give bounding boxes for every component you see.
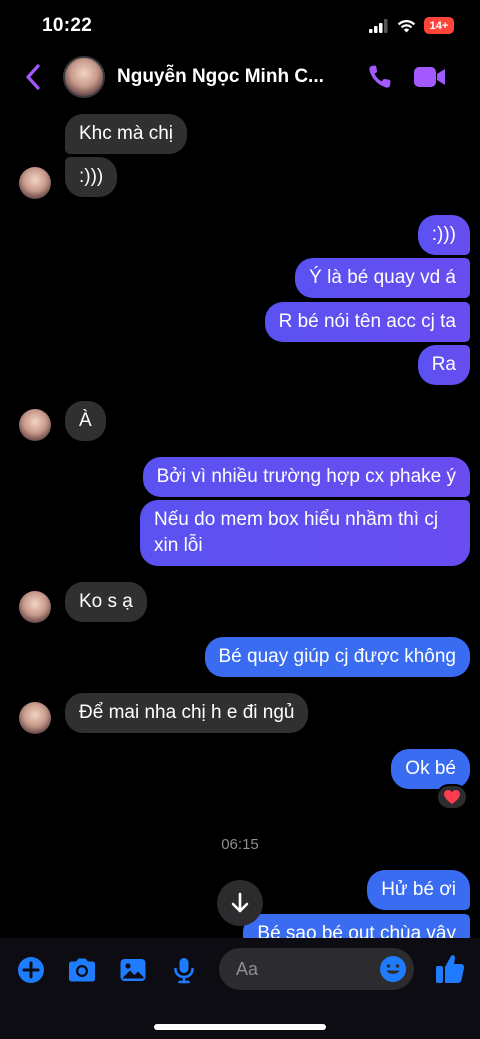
contact-avatar-small[interactable] — [19, 167, 51, 199]
message-text: Ý là bé quay vd á — [309, 267, 456, 288]
message-outgoing[interactable]: Bởi vì nhiều trường hợp cx phake ý — [142, 457, 470, 497]
message-incoming[interactable]: À — [65, 401, 106, 441]
back-icon[interactable] — [20, 62, 48, 92]
message-incoming[interactable]: :))) — [65, 157, 118, 197]
message-text: :))) — [79, 166, 104, 187]
message-text: Bé quay giúp cj được không — [218, 646, 457, 667]
message-outgoing[interactable]: Ok bé — [391, 749, 470, 789]
message-outgoing[interactable]: Ra — [417, 345, 470, 385]
heart-icon — [444, 790, 460, 804]
message-timestamp: 06:15 — [221, 836, 259, 853]
phone-icon[interactable] — [366, 62, 394, 92]
battery-indicator: 14+ — [424, 17, 454, 34]
message-text: :))) — [431, 224, 456, 245]
message-text: R bé nói tên acc cj ta — [278, 311, 456, 332]
message-outgoing[interactable]: Hử bé ơi — [367, 870, 470, 910]
message-input-placeholder: Aa — [236, 959, 259, 979]
contact-avatar-small[interactable] — [19, 702, 51, 734]
like-icon[interactable] — [434, 952, 466, 986]
message-text: À — [79, 410, 92, 431]
message-outgoing[interactable]: Ý là bé quay vd á — [295, 258, 470, 298]
message-text: Ra — [431, 354, 456, 375]
conversation-header: Nguyễn Ngọc Minh C... — [0, 50, 480, 104]
signal-icon — [369, 18, 388, 33]
message-outgoing[interactable]: Nếu do mem box hiểu nhầm thì cj xin lỗi — [140, 500, 470, 566]
message-incoming[interactable]: Khc mà chị — [65, 114, 187, 154]
status-bar: 10:22 14+ — [0, 0, 480, 50]
message-incoming[interactable]: Để mai nha chị h e đi ngủ — [65, 693, 309, 733]
contact-name[interactable]: Nguyễn Ngọc Minh C... — [117, 66, 324, 88]
message-text: Khc mà chị — [79, 123, 173, 144]
message-outgoing[interactable]: Bé quay giúp cj được không — [204, 637, 470, 677]
message-text-line: Nếu do mem box hiểu nhầm thì cj — [154, 509, 439, 530]
message-text: Hử bé ơi — [381, 879, 456, 900]
contact-avatar-small[interactable] — [19, 409, 51, 441]
message-input[interactable]: Aa — [219, 948, 414, 990]
camera-icon[interactable] — [66, 955, 98, 985]
wifi-icon — [397, 19, 416, 32]
message-text: Ko s ạ — [79, 591, 133, 612]
message-composer: Aa — [0, 938, 480, 1039]
message-text-line: xin lỗi — [154, 535, 203, 556]
message-reaction[interactable] — [436, 784, 468, 810]
mic-icon[interactable] — [169, 955, 199, 985]
status-indicators: 14+ — [369, 17, 454, 34]
arrow-down-icon — [231, 892, 249, 913]
message-text: Bởi vì nhiều trường hợp cx phake ý — [156, 466, 456, 487]
message-outgoing[interactable]: :))) — [417, 215, 470, 255]
battery-level: 14+ — [429, 19, 449, 32]
emoji-icon[interactable] — [379, 955, 407, 983]
message-text: Để mai nha chị h e đi ngủ — [79, 702, 295, 723]
plus-icon[interactable] — [16, 955, 46, 985]
image-icon[interactable] — [118, 955, 148, 985]
contact-avatar[interactable] — [63, 56, 105, 98]
status-time: 10:22 — [42, 15, 93, 36]
message-outgoing[interactable]: R bé nói tên acc cj ta — [264, 302, 470, 342]
scroll-to-bottom-button[interactable] — [217, 880, 263, 926]
message-incoming[interactable]: Ko s ạ — [65, 582, 147, 622]
message-text: Ok bé — [405, 758, 456, 779]
video-icon[interactable] — [413, 63, 447, 91]
home-indicator — [154, 1024, 326, 1030]
contact-avatar-small[interactable] — [19, 591, 51, 623]
